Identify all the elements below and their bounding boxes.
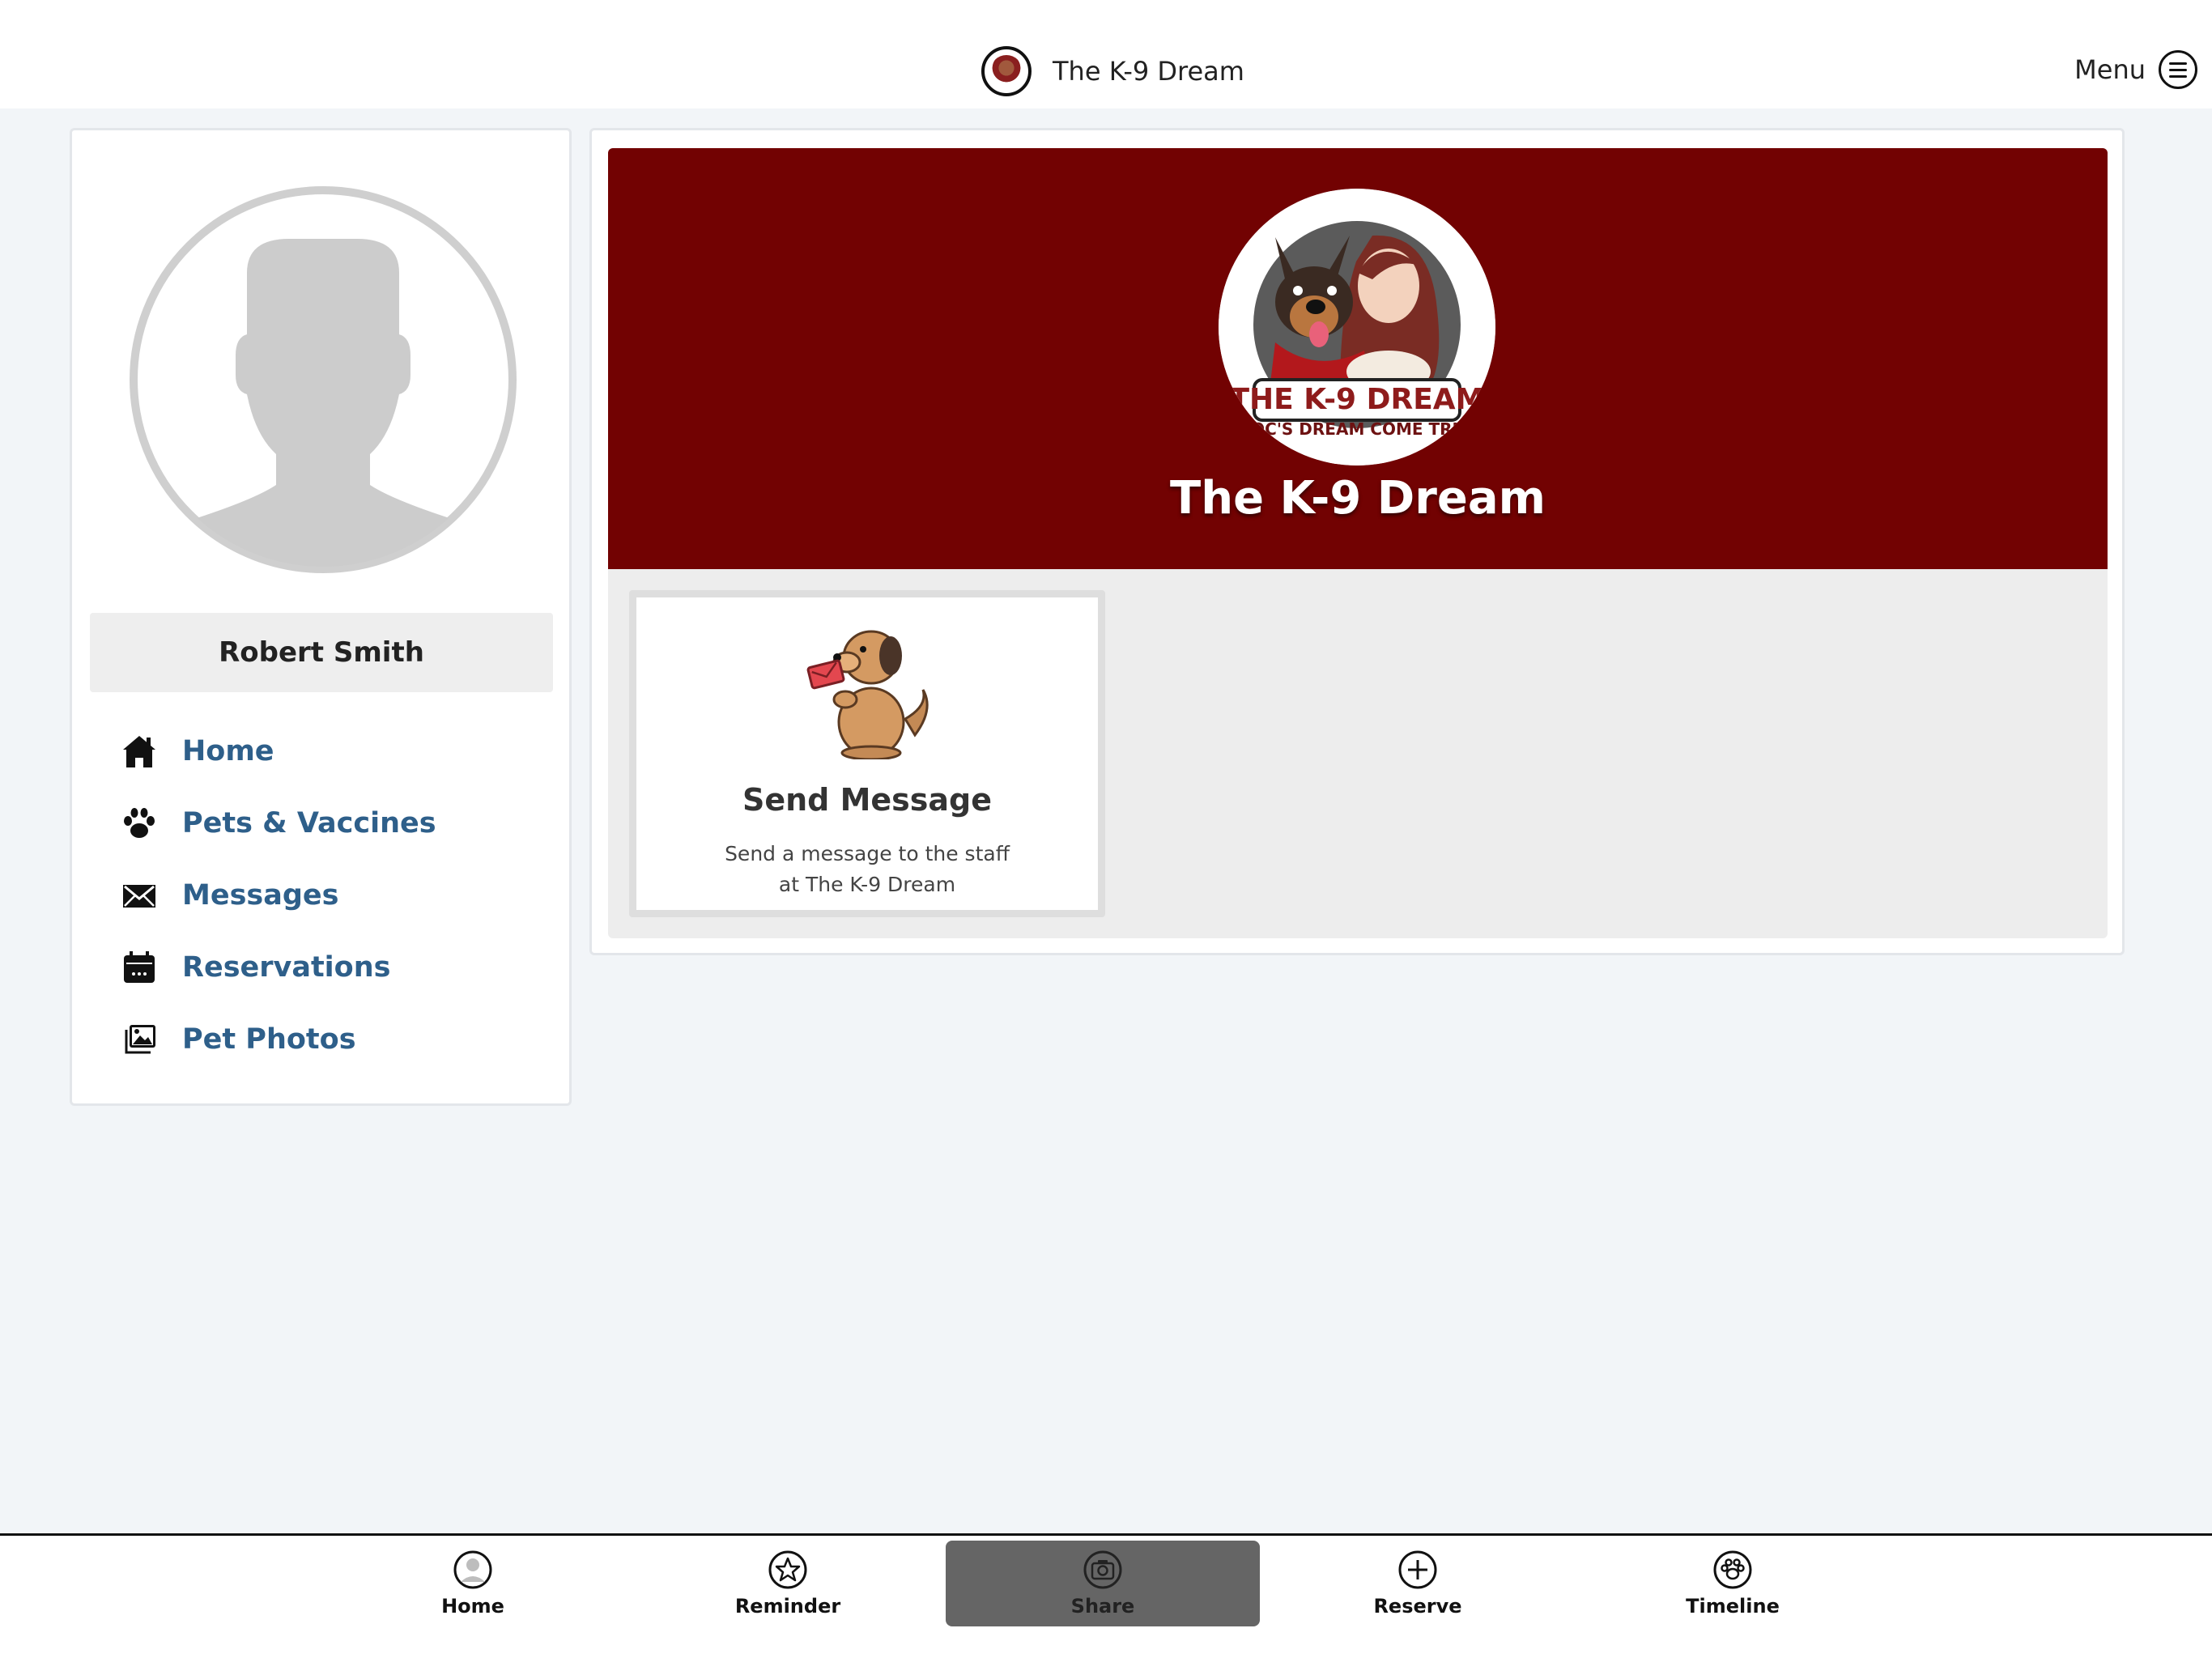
tab-reserve[interactable]: Reserve (1261, 1541, 1575, 1626)
k9-dream-logo-icon (981, 46, 1032, 96)
tab-share[interactable]: Share (946, 1541, 1260, 1626)
action-cards: Send Message Send a message to the staff… (608, 569, 2108, 938)
sidebar-item-label: Home (182, 734, 274, 767)
calendar-icon (121, 949, 158, 986)
tab-label: Share (1070, 1595, 1135, 1618)
tab-label: Reminder (734, 1595, 841, 1618)
house-icon (121, 733, 158, 770)
sidebar-nav: Home Pets & Vaccines Messages Reservatio… (121, 715, 542, 1075)
tab-timeline[interactable]: Timeline (1576, 1541, 1890, 1626)
sidebar-item-label: Pet Photos (182, 1022, 356, 1056)
tab-label: Reserve (1373, 1595, 1462, 1618)
sidebar-item-reservations[interactable]: Reservations (121, 931, 542, 1003)
paw-circle-icon (1713, 1550, 1752, 1589)
dog-with-letter-icon (805, 622, 934, 761)
bottom-tab-bar: Home Reminder Share Reserve Timeline (0, 1533, 2212, 1658)
sidebar-item-label: Reservations (182, 950, 391, 984)
hero-title: The K-9 Dream (1170, 472, 1546, 525)
menu-button[interactable]: Menu (2074, 49, 2197, 91)
person-circle-icon (453, 1550, 492, 1589)
card-description: Send a message to the staff at The K-9 D… (685, 839, 1049, 900)
send-message-card[interactable]: Send Message Send a message to the staff… (629, 590, 1105, 917)
k9-dream-logo-icon: THE K-9 DREAM DOC'S DREAM COME TRUE (1219, 189, 1495, 466)
sidebar-item-label: Pets & Vaccines (182, 806, 436, 840)
tab-home[interactable]: Home (316, 1541, 630, 1626)
hamburger-circle-icon (2159, 50, 2197, 89)
star-circle-icon (768, 1550, 807, 1589)
camera-circle-icon (1083, 1550, 1122, 1589)
card-title: Send Message (742, 782, 993, 818)
sidebar-item-pet-photos[interactable]: Pet Photos (121, 1003, 542, 1075)
profile-name: Robert Smith (90, 613, 553, 692)
sidebar-item-messages[interactable]: Messages (121, 859, 542, 931)
envelope-icon (121, 877, 158, 914)
card-description-line: Send a message to the staff (725, 842, 1010, 865)
card-description-line: at The K-9 Dream (778, 873, 956, 896)
logo-tagline: DOC'S DREAM COME TRUE (1238, 419, 1477, 439)
main-panel: THE K-9 DREAM DOC'S DREAM COME TRUE The … (589, 128, 2125, 955)
tab-reminder[interactable]: Reminder (631, 1541, 945, 1626)
photos-icon (121, 1021, 158, 1058)
sidebar-item-pets-vaccines[interactable]: Pets & Vaccines (121, 787, 542, 859)
profile-sidebar: Robert Smith Home Pets & Vaccines Messag… (70, 128, 572, 1106)
logo-text: THE K-9 DREAM (1230, 383, 1485, 416)
sidebar-item-label: Messages (182, 878, 339, 912)
tab-label: Timeline (1686, 1595, 1780, 1618)
header-title: The K-9 Dream (1053, 56, 1244, 87)
paw-icon (121, 805, 158, 842)
sidebar-item-home[interactable]: Home (121, 715, 542, 787)
default-avatar-icon (127, 184, 519, 576)
top-bar: The K-9 Dream Menu (0, 0, 2212, 108)
plus-circle-icon (1398, 1550, 1437, 1589)
hero-banner: THE K-9 DREAM DOC'S DREAM COME TRUE The … (608, 148, 2108, 569)
tab-label: Home (441, 1595, 504, 1618)
header-brand[interactable]: The K-9 Dream (981, 45, 1244, 97)
menu-label: Menu (2074, 54, 2146, 85)
